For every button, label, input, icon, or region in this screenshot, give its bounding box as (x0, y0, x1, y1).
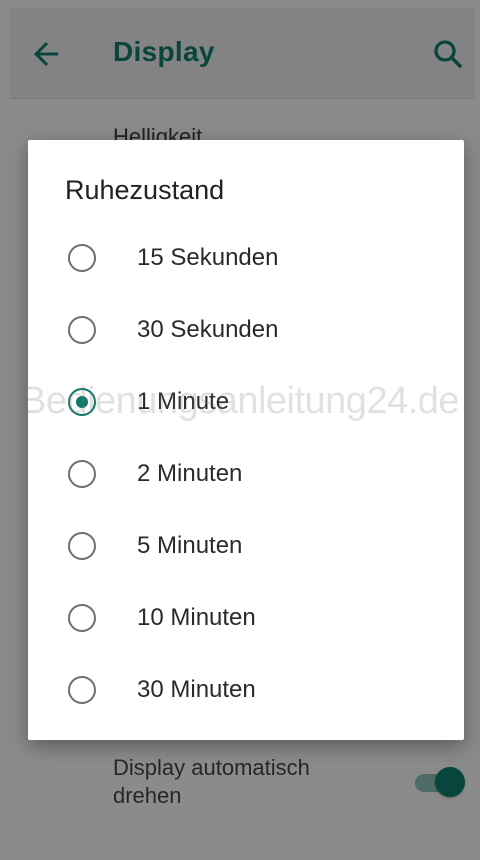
option-10-minutes[interactable]: 10 Minuten (28, 582, 464, 654)
radio-button[interactable] (68, 316, 96, 344)
radio-button[interactable] (68, 244, 96, 272)
radio-button[interactable] (68, 676, 96, 704)
sleep-timeout-dialog: Ruhezustand 15 Sekunden 30 Sekunden 1 Mi… (28, 140, 464, 740)
sleep-options-list: 15 Sekunden 30 Sekunden 1 Minute 2 Minut… (28, 222, 464, 726)
option-15-seconds[interactable]: 15 Sekunden (28, 222, 464, 294)
dialog-title: Ruhezustand (65, 175, 225, 205)
option-1-minute[interactable]: 1 Minute (28, 366, 464, 438)
radio-selected-dot (75, 395, 88, 408)
option-2-minutes[interactable]: 2 Minuten (28, 438, 464, 510)
option-label: 15 Sekunden (137, 244, 279, 271)
radio-button[interactable] (68, 460, 96, 488)
option-label: 2 Minuten (137, 460, 243, 487)
option-5-minutes[interactable]: 5 Minuten (28, 510, 464, 582)
option-label: 1 Minute (137, 388, 230, 415)
option-30-seconds[interactable]: 30 Sekunden (28, 294, 464, 366)
option-30-minutes[interactable]: 30 Minuten (28, 654, 464, 726)
option-label: 30 Minuten (137, 676, 256, 703)
screen: Display Helligkeit Display automatisch d… (0, 0, 480, 860)
radio-button[interactable] (68, 604, 96, 632)
radio-button[interactable] (68, 532, 96, 560)
option-label: 30 Sekunden (137, 316, 279, 343)
option-label: 10 Minuten (137, 604, 256, 631)
option-label: 5 Minuten (137, 532, 243, 559)
radio-button-selected[interactable] (68, 388, 96, 416)
